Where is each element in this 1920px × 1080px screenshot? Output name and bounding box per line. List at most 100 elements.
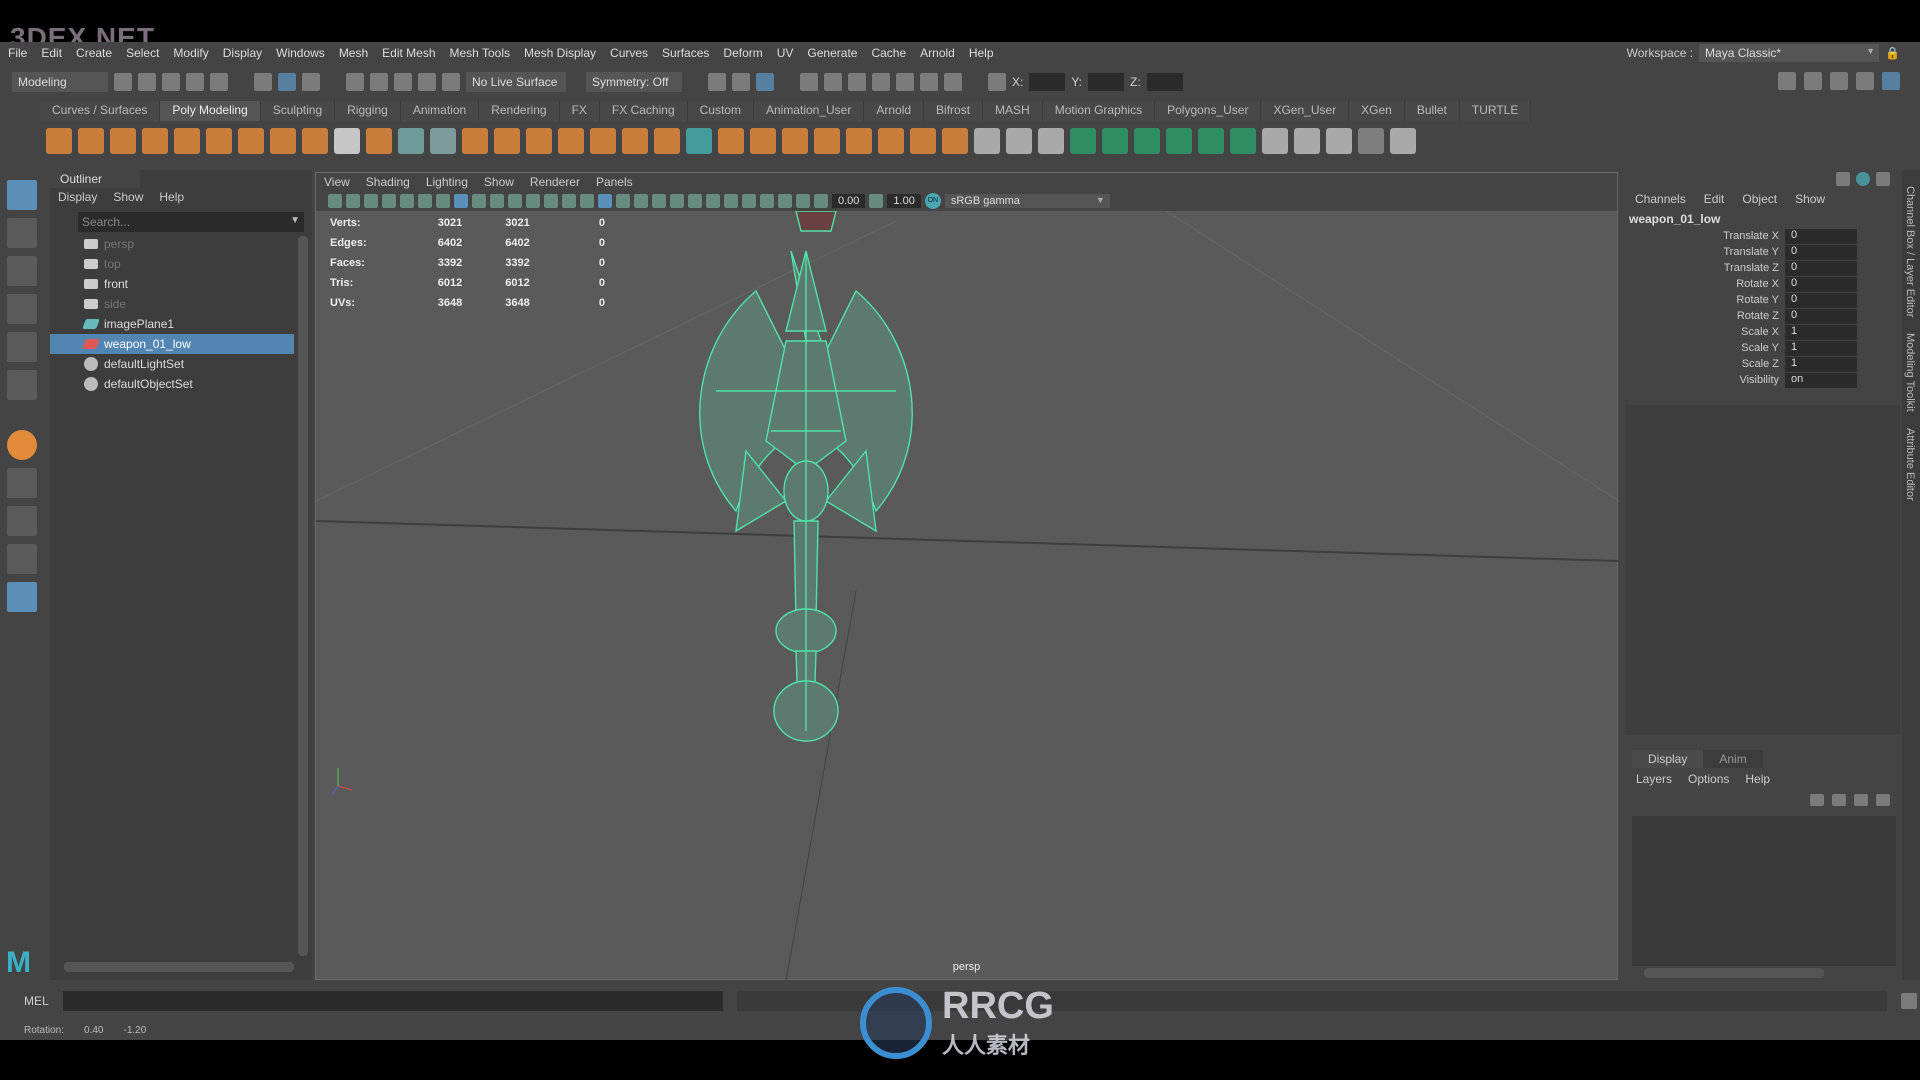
shelf-tool-icon[interactable] <box>1038 128 1064 154</box>
attr-value-field[interactable]: 1 <box>1785 324 1857 340</box>
isolate-select-icon[interactable] <box>742 194 756 208</box>
shelf-tool-icon[interactable] <box>142 128 168 154</box>
shelf-tool-icon[interactable] <box>174 128 200 154</box>
attr-value-field[interactable]: 0 <box>1785 308 1857 324</box>
new-layer-icon[interactable] <box>1854 794 1868 806</box>
shelf-tool-icon[interactable] <box>1262 128 1288 154</box>
menu-curves[interactable]: Curves <box>610 46 648 60</box>
resolution-gate-icon[interactable] <box>490 194 504 208</box>
shelf-tab-fx[interactable]: FX <box>559 101 600 121</box>
snap-view-icon[interactable] <box>418 73 436 91</box>
image-plane-toggle-icon[interactable] <box>400 194 414 208</box>
grease-pencil-icon[interactable] <box>436 194 450 208</box>
single-view-icon[interactable] <box>7 468 37 498</box>
shelf-tool-icon[interactable] <box>942 128 968 154</box>
outliner-item[interactable]: persp <box>50 234 294 254</box>
outliner-menu-display[interactable]: Display <box>58 190 97 204</box>
side-tab-attribute-editor[interactable]: Attribute Editor <box>1904 428 1916 501</box>
hyper-icon[interactable] <box>1876 172 1890 186</box>
snap-grid-icon[interactable] <box>346 73 364 91</box>
paint-select-icon[interactable] <box>7 256 37 286</box>
shelf-tool-icon[interactable] <box>366 128 392 154</box>
last-tool-icon[interactable] <box>7 430 37 460</box>
command-input[interactable] <box>62 991 723 1011</box>
outliner-layout-icon[interactable] <box>7 582 37 612</box>
attr-value-field[interactable]: on <box>1785 372 1857 388</box>
layer-scrollbar[interactable] <box>1644 968 1824 978</box>
move-layer-up-icon[interactable] <box>1810 794 1824 806</box>
snap-surface-icon[interactable] <box>442 73 460 91</box>
mel-label[interactable]: MEL <box>24 994 49 1008</box>
xray-components-icon[interactable] <box>796 194 810 208</box>
modeling-toolkit-icon[interactable] <box>1778 72 1796 90</box>
outliner-vertical-scrollbar[interactable] <box>298 236 308 956</box>
shelf-tool-icon[interactable] <box>1134 128 1160 154</box>
shelf-tool-icon[interactable] <box>526 128 552 154</box>
workspace-selector[interactable]: Workspace : Maya Classic* 🔒 <box>1627 44 1900 62</box>
move-layer-down-icon[interactable] <box>1832 794 1846 806</box>
shelf-tab-bullet[interactable]: Bullet <box>1404 101 1460 121</box>
shelf-tool-icon[interactable] <box>78 128 104 154</box>
shelf-tool-icon[interactable] <box>558 128 584 154</box>
menu-modify[interactable]: Modify <box>173 46 208 60</box>
smooth-shade-icon[interactable] <box>598 194 612 208</box>
camera-select-icon[interactable] <box>328 194 342 208</box>
exposure-field[interactable]: 0.00 <box>832 194 866 208</box>
outliner-item[interactable]: side <box>50 294 294 314</box>
menu-mesh-tools[interactable]: Mesh Tools <box>450 46 510 60</box>
shelf-tool-icon[interactable] <box>398 128 424 154</box>
menu-windows[interactable]: Windows <box>276 46 325 60</box>
lasso-tool-icon[interactable] <box>7 218 37 248</box>
object-menu[interactable]: Object <box>1742 192 1777 206</box>
mode-dropdown[interactable]: Modeling <box>12 72 108 92</box>
menu-help[interactable]: Help <box>969 46 994 60</box>
viewport-menu-panels[interactable]: Panels <box>596 175 633 189</box>
new-layer-selected-icon[interactable] <box>1876 794 1890 806</box>
symmetry-dropdown[interactable]: Symmetry: Off <box>586 72 682 92</box>
shelf-tab-sculpting[interactable]: Sculpting <box>260 101 336 121</box>
scale-tool-icon[interactable] <box>7 370 37 400</box>
menu-edit[interactable]: Edit <box>41 46 62 60</box>
viewport-menu-view[interactable]: View <box>324 175 350 189</box>
bookmark-icon[interactable] <box>382 194 396 208</box>
tab-display[interactable]: Display <box>1632 750 1704 768</box>
rotate-tool-icon[interactable] <box>7 332 37 362</box>
shelf-tool-icon[interactable] <box>1390 128 1416 154</box>
outliner-item[interactable]: imagePlane1 <box>50 314 294 334</box>
menu-mesh-display[interactable]: Mesh Display <box>524 46 596 60</box>
outliner-menu-help[interactable]: Help <box>159 190 184 204</box>
attr-value-field[interactable]: 0 <box>1785 244 1857 260</box>
hypershade-icon[interactable] <box>896 73 914 91</box>
lock-icon[interactable]: 🔒 <box>1885 46 1900 60</box>
ipr-render-icon[interactable] <box>848 73 866 91</box>
shelf-tab-fx-caching[interactable]: FX Caching <box>599 101 688 121</box>
two-d-pan-zoom-icon[interactable] <box>418 194 432 208</box>
shelf-tab-custom[interactable]: Custom <box>687 101 754 121</box>
shelf-tool-icon[interactable] <box>910 128 936 154</box>
textured-icon[interactable] <box>634 194 648 208</box>
default-material-icon[interactable] <box>616 194 630 208</box>
y-field[interactable] <box>1088 73 1125 91</box>
shelf-tool-icon[interactable] <box>750 128 776 154</box>
attr-value-field[interactable]: 1 <box>1785 340 1857 356</box>
move-tool-icon[interactable] <box>7 294 37 324</box>
viewport-menu-shading[interactable]: Shading <box>366 175 410 189</box>
shelf-tool-icon[interactable] <box>782 128 808 154</box>
speed-icon[interactable] <box>1856 172 1870 186</box>
output-ops-icon[interactable] <box>732 73 750 91</box>
open-scene-icon[interactable] <box>138 73 156 91</box>
grid-toggle-icon[interactable] <box>454 194 468 208</box>
shelf-tab-xgen-user[interactable]: XGen_User <box>1261 101 1350 121</box>
shelf-tool-icon[interactable] <box>1166 128 1192 154</box>
shelf-tab-xgen[interactable]: XGen <box>1349 101 1405 121</box>
camera-lock-icon[interactable] <box>346 194 360 208</box>
shelf-tool-icon[interactable] <box>654 128 680 154</box>
safe-action-icon[interactable] <box>544 194 558 208</box>
color-management-toggle[interactable]: ON <box>924 193 941 209</box>
color-space-dropdown[interactable]: sRGB gamma <box>944 194 1110 208</box>
input-ops-icon[interactable] <box>708 73 726 91</box>
shelf-tool-icon[interactable] <box>1198 128 1224 154</box>
shelf-tool-icon[interactable] <box>462 128 488 154</box>
two-view-icon[interactable] <box>7 544 37 574</box>
menu-create[interactable]: Create <box>76 46 112 60</box>
